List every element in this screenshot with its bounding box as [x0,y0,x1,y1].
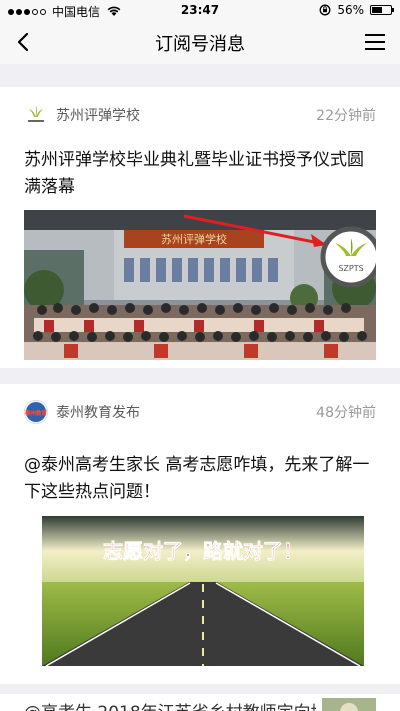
article-cover-image[interactable]: 苏州评弹学校 SZPTS [24,210,376,360]
article-thumbnail[interactable] [322,698,376,711]
source-name[interactable]: 苏州评弹学校 [56,105,140,125]
post-time: 48分钟前 [316,405,376,421]
card-header: 泰州教育 泰州教育发布 48分钟前 [24,400,376,424]
battery-percent: 56% [337,3,364,17]
article-title[interactable]: @泰州高考生家长 高考志愿咋填，先来了解一下这些热点问题！ [24,452,376,506]
post-time: 22分钟前 [316,108,376,124]
article-title[interactable]: @高考生 2018年江苏省乡村教师定向培 [24,700,316,711]
source-name[interactable]: 泰州教育发布 [56,402,140,422]
battery-level [372,7,383,13]
school-sign-text: 苏州评弹学校 [161,232,227,246]
status-bar: 中国电信 23:47 56% [0,0,400,20]
rotation-lock-icon [319,4,331,16]
hamburger-menu-icon[interactable] [364,31,386,53]
battery-icon [370,5,394,15]
article-card[interactable]: 泰州教育 泰州教育发布 48分钟前 @泰州高考生家长 高考志愿咋填，先来了解一下… [0,384,400,684]
status-right: 56% [319,3,394,17]
school-logo-icon [28,106,44,122]
road-slogan-image: 志愿对了，路就对了！ [42,516,364,666]
logo-badge-text: SZPTS [338,264,363,273]
thumbnail-image [322,698,376,711]
source-avatar[interactable] [24,103,48,127]
cover-slogan: 志愿对了，路就对了！ [103,539,303,563]
education-bureau-logo: 泰州教育 [24,400,48,424]
page-title: 订阅号消息 [155,34,245,55]
source-avatar[interactable]: 泰州教育 [24,400,48,424]
article-card[interactable]: 苏州评弹学校 22分钟前 苏州评弹学校毕业典礼暨毕业证书授予仪式圆满落幕 苏州评… [0,87,400,368]
avatar-text: 泰州教育 [24,409,47,417]
article-cover-image[interactable]: 志愿对了，路就对了！ [42,516,364,666]
graduation-photo: 苏州评弹学校 SZPTS [24,210,376,360]
nav-bar: 订阅号消息 [0,20,400,64]
article-title[interactable]: 苏州评弹学校毕业典礼暨毕业证书授予仪式圆满落幕 [24,147,376,201]
screen: 中国电信 23:47 56% 订阅号消息 苏州评弹学校 22分钟前 苏州评弹学校… [0,0,400,711]
card-header: 苏州评弹学校 22分钟前 [24,103,376,127]
article-card[interactable]: @高考生 2018年江苏省乡村教师定向培 [0,694,400,711]
